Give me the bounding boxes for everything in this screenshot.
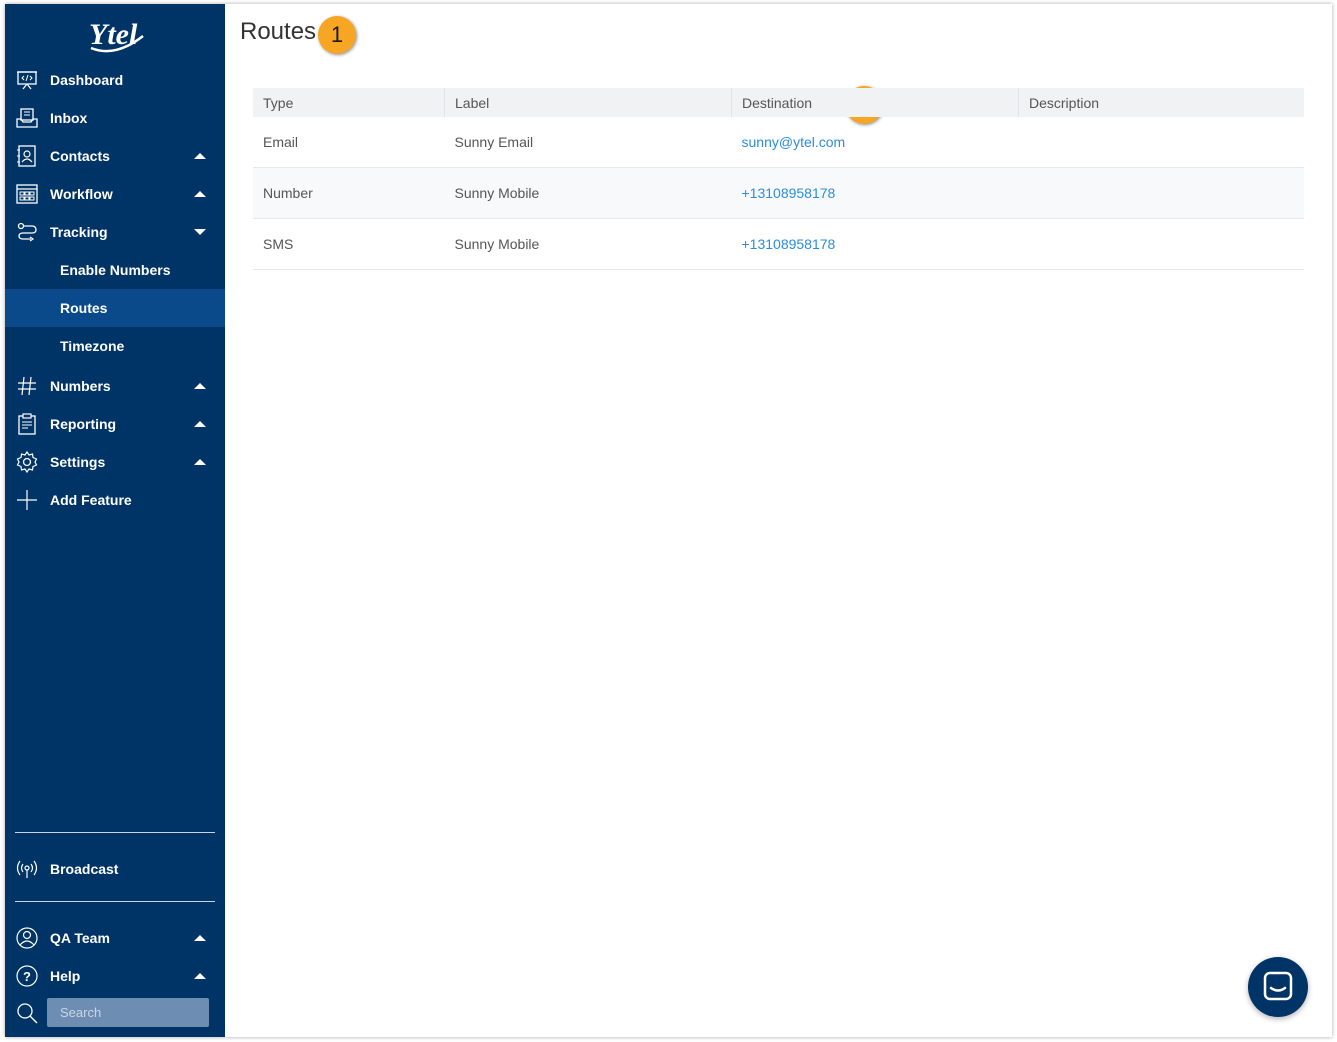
table-row[interactable]: SMS Sunny Mobile +13108958178 (253, 218, 1304, 270)
destination-link[interactable]: +13108958178 (742, 185, 836, 201)
dashboard-icon (17, 71, 37, 90)
sidebar-item-team[interactable]: QA Team (5, 919, 225, 957)
hash-icon (18, 376, 36, 396)
search-icon[interactable] (16, 1002, 38, 1024)
tracking-icon (17, 222, 37, 242)
chevron-up-icon[interactable] (194, 153, 206, 159)
chevron-up-icon[interactable] (194, 421, 206, 427)
sidebar: Ytel Dashboard Inbox Contacts Workflow T… (5, 4, 225, 1037)
cell-label: Sunny Mobile (444, 167, 732, 219)
cell-type: SMS (253, 218, 445, 270)
sidebar-item-reporting[interactable]: Reporting (5, 405, 225, 443)
sidebar-item-dashboard[interactable]: Dashboard (5, 61, 225, 99)
cell-description (1018, 218, 1304, 270)
column-header-destination[interactable]: Destination (731, 88, 1019, 117)
cell-description (1018, 117, 1304, 168)
sidebar-item-label: Workflow (50, 186, 113, 202)
divider (15, 832, 215, 833)
plus-icon (17, 490, 37, 510)
sidebar-subitem-timezone[interactable]: Timezone (5, 327, 225, 365)
sidebar-item-workflow[interactable]: Workflow (5, 175, 225, 213)
cell-destination: +13108958178 (731, 218, 1019, 270)
sidebar-item-label: Numbers (50, 378, 111, 394)
divider (15, 901, 215, 902)
main-content: Routes 1 2 Type Label Destination Descri… (225, 4, 1332, 1037)
sidebar-item-label: Contacts (50, 148, 110, 164)
sidebar-search (5, 994, 225, 1032)
user-circle-icon (16, 927, 38, 949)
sidebar-item-contacts[interactable]: Contacts (5, 137, 225, 175)
sidebar-nav: Dashboard Inbox Contacts Workflow Tracki… (5, 61, 225, 519)
contacts-icon (17, 145, 36, 167)
svg-text:?: ? (23, 969, 31, 984)
reporting-icon (18, 413, 36, 435)
sidebar-item-broadcast[interactable]: Broadcast (5, 850, 225, 888)
app-window: Ytel Dashboard Inbox Contacts Workflow T… (5, 4, 1332, 1037)
page-title: Routes (240, 18, 317, 45)
sidebar-item-label: Add Feature (50, 492, 132, 508)
chevron-up-icon[interactable] (194, 459, 206, 465)
chevron-up-icon[interactable] (194, 191, 206, 197)
help-icon: ? (16, 965, 38, 987)
ytel-logo[interactable]: Ytel (85, 14, 147, 54)
sidebar-item-label: Routes (60, 300, 108, 316)
chevron-up-icon[interactable] (194, 935, 206, 941)
broadcast-icon (16, 860, 38, 878)
cell-description (1018, 167, 1304, 219)
chevron-up-icon[interactable] (194, 383, 206, 389)
cell-type: Email (253, 117, 445, 168)
table-row[interactable]: Email Sunny Email sunny@ytel.com (253, 117, 1304, 168)
cell-destination: sunny@ytel.com (731, 117, 1019, 168)
sidebar-item-label: Settings (50, 454, 106, 470)
sidebar-item-label: Broadcast (50, 861, 119, 877)
chat-launcher-button[interactable] (1248, 957, 1308, 1017)
sidebar-item-add-feature[interactable]: Add Feature (5, 481, 225, 519)
chat-icon (1263, 971, 1293, 1001)
column-header-type[interactable]: Type (253, 88, 445, 117)
table-header-row: Type Label Destination Description (253, 88, 1304, 117)
search-input[interactable] (47, 998, 209, 1027)
cell-label: Sunny Email (444, 117, 732, 168)
sidebar-item-tracking[interactable]: Tracking (5, 213, 225, 251)
cell-destination: +13108958178 (731, 167, 1019, 219)
sidebar-item-label: Help (50, 968, 81, 984)
sidebar-item-label: Inbox (50, 110, 88, 126)
sidebar-item-label: Reporting (50, 416, 117, 432)
cell-label: Sunny Mobile (444, 218, 732, 270)
chevron-up-icon[interactable] (194, 973, 206, 979)
destination-link[interactable]: +13108958178 (742, 236, 836, 252)
destination-link[interactable]: sunny@ytel.com (742, 134, 846, 150)
sidebar-item-inbox[interactable]: Inbox (5, 99, 225, 137)
chevron-down-icon[interactable] (194, 229, 206, 235)
sidebar-item-help[interactable]: ? Help (5, 957, 225, 995)
sidebar-item-label: Tracking (50, 224, 108, 240)
callout-badge-1: 1 (318, 16, 356, 54)
svg-text:Ytel: Ytel (89, 18, 138, 51)
sidebar-subitem-enable-numbers[interactable]: Enable Numbers (5, 251, 225, 289)
sidebar-subitem-routes[interactable]: Routes (5, 289, 225, 327)
column-header-description[interactable]: Description (1018, 88, 1304, 117)
cell-type: Number (253, 167, 445, 219)
sidebar-item-label: Timezone (60, 338, 125, 354)
sidebar-item-numbers[interactable]: Numbers (5, 367, 225, 405)
column-header-label[interactable]: Label (444, 88, 732, 117)
sidebar-item-label: Enable Numbers (60, 262, 171, 278)
inbox-icon (16, 108, 38, 128)
sidebar-item-settings[interactable]: Settings (5, 443, 225, 481)
gear-icon (16, 451, 38, 473)
routes-table: Type Label Destination Description Email… (253, 88, 1304, 270)
workflow-icon (16, 184, 38, 204)
sidebar-item-label: Dashboard (50, 72, 124, 88)
sidebar-item-label: QA Team (50, 930, 110, 946)
table-row[interactable]: Number Sunny Mobile +13108958178 (253, 167, 1304, 219)
